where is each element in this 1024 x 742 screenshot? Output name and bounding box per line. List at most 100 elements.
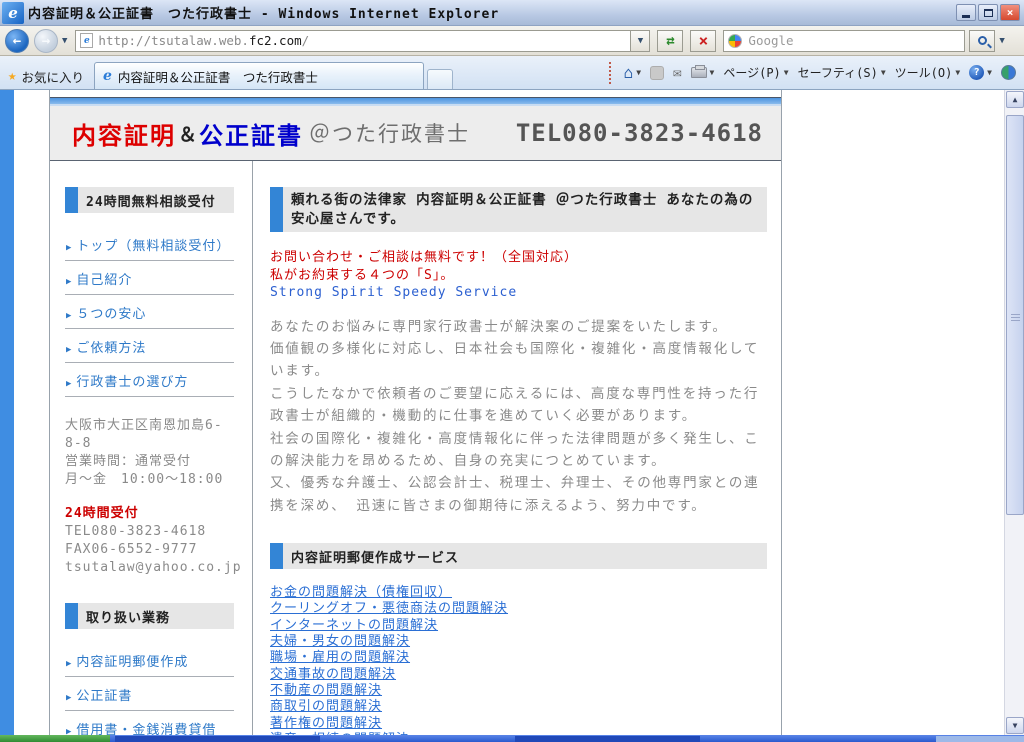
magnifier-icon <box>978 36 987 45</box>
url-dropdown-button[interactable]: ▼ <box>631 30 650 52</box>
contact-24h-label: 24時間受付 <box>65 505 234 523</box>
link-cooling-off[interactable]: クーリングオフ・悪徳商法の問題解決 <box>270 601 767 617</box>
history-dropdown[interactable]: ▼ <box>58 36 71 46</box>
tools-menu[interactable]: ツール(O)▼ <box>895 64 961 81</box>
link-internet[interactable]: インターネットの問題解決 <box>270 618 767 634</box>
rss-icon <box>650 66 664 80</box>
sidebar-item-label: 公正証書 <box>76 689 132 704</box>
print-button[interactable]: ▼ <box>691 67 715 78</box>
tab-title: 内容証明＆公正証書 つた行政書士 <box>118 67 318 86</box>
system-tray <box>936 736 1024 742</box>
favorites-button[interactable]: ★ お気に入り <box>0 63 94 89</box>
main-content: 頼れる街の法律家 内容証明＆公正証書 ＠つた行政書士 あなたの為の安心屋さんです… <box>253 161 781 735</box>
arrow-right-icon: ▶ <box>66 379 72 389</box>
sidebar-item-label: ご依頼方法 <box>76 341 146 356</box>
content-columns: 24時間無料相談受付 ▶トップ（無料相談受付） ▶自己紹介 ▶５つの安心 ▶ご依… <box>50 161 781 735</box>
contact-email: tsutalaw@yahoo.co.jp <box>65 559 234 577</box>
maximize-button[interactable] <box>978 4 998 21</box>
search-button[interactable] <box>969 30 995 52</box>
service-heading: 内容証明郵便作成サービス <box>270 543 767 569</box>
intro-paragraphs: あなたのお悩みに専門家行政書士が解決案のご提案をいたします。 価値観の多様化に対… <box>270 316 767 518</box>
back-button[interactable]: ← <box>5 29 29 53</box>
mail-icon: ✉ <box>673 65 681 81</box>
tools-menu-label: ツール(O) <box>895 64 953 81</box>
sidebar: 24時間無料相談受付 ▶トップ（無料相談受付） ▶自己紹介 ▶５つの安心 ▶ご依… <box>50 161 253 735</box>
site-header: 内容証明 ＆ 公正証書 ＠つた行政書士 TEL080-3823-4618 <box>50 97 781 161</box>
search-placeholder: Google <box>748 33 793 48</box>
sidebar-item-how-to-choose[interactable]: ▶行政書士の選び方 <box>65 363 234 397</box>
forward-button[interactable]: → <box>34 29 58 53</box>
notice-block: お問い合わせ・ご相談は無料です！（全国対応） 私がお約束する４つの「S」。 St… <box>270 249 767 302</box>
notice-line-2: 私がお約束する４つの「S」。 <box>270 267 767 285</box>
close-button[interactable]: × <box>1000 4 1020 21</box>
sidebar-item-top[interactable]: ▶トップ（無料相談受付） <box>65 227 234 261</box>
taskbar-button[interactable] <box>515 736 700 742</box>
left-blue-band <box>0 90 14 735</box>
addon-button[interactable] <box>1001 65 1016 80</box>
start-button[interactable] <box>0 735 110 742</box>
link-copyright[interactable]: 著作権の問題解決 <box>270 716 767 732</box>
scrollbar-thumb[interactable] <box>1006 115 1024 515</box>
command-bar: ⌂▼ ✉ ▼ ページ(P)▼ セーフティ(S)▼ ツール(O)▼ ?▼ <box>609 56 1024 89</box>
link-real-estate[interactable]: 不動産の問題解決 <box>270 683 767 699</box>
safety-menu[interactable]: セーフティ(S)▼ <box>798 64 886 81</box>
link-money-problems[interactable]: お金の問題解決（債権回収） <box>270 585 767 601</box>
page-icon: e <box>80 33 93 48</box>
office-hours-1: 営業時間：通常受付 <box>65 453 234 471</box>
scroll-down-button[interactable]: ▼ <box>1006 717 1024 734</box>
refresh-button[interactable]: ⇄ <box>657 30 683 52</box>
page-viewport: 内容証明 ＆ 公正証書 ＠つた行政書士 TEL080-3823-4618 24時… <box>0 90 1004 735</box>
page-menu[interactable]: ページ(P)▼ <box>723 64 788 81</box>
home-icon: ⌂ <box>624 63 634 82</box>
arrow-right-icon: ▶ <box>66 659 72 669</box>
header-blue-bar <box>50 98 781 106</box>
arrow-right-icon: ▶ <box>66 243 72 253</box>
paragraph: あなたのお悩みに専門家行政書士が解決案のご提案をいたします。 <box>270 316 767 338</box>
chevron-down-icon: ▼ <box>955 68 960 77</box>
scroll-up-button[interactable]: ▲ <box>1006 91 1024 108</box>
help-icon: ? <box>969 65 984 80</box>
minimize-button[interactable] <box>956 4 976 21</box>
site-title-blue: 公正証書 <box>199 116 303 151</box>
link-workplace[interactable]: 職場・雇用の問題解決 <box>270 650 767 666</box>
arrow-right-icon: ▶ <box>66 277 72 287</box>
favorites-label: お気に入り <box>21 67 84 86</box>
help-menu[interactable]: ?▼ <box>969 65 992 80</box>
taskbar-button[interactable] <box>115 736 320 742</box>
link-couples[interactable]: 夫婦・男女の問題解決 <box>270 634 767 650</box>
url-input[interactable]: e http://tsutalaw.web.fc2.com/ <box>75 30 631 52</box>
sidebar-item-how-to-request[interactable]: ▶ご依頼方法 <box>65 329 234 363</box>
arrow-right-icon: ▶ <box>66 727 72 735</box>
sidebar-item-naiyoshomei[interactable]: ▶ 内容証明郵便作成 <box>65 643 234 677</box>
mail-button[interactable]: ✉ <box>673 65 681 81</box>
new-tab-button[interactable] <box>427 69 453 89</box>
maximize-icon <box>984 9 993 17</box>
feeds-button[interactable] <box>650 66 664 80</box>
sidebar-heading-services: 取り扱い業務 <box>65 603 234 629</box>
search-input[interactable]: Google <box>723 30 965 52</box>
sidebar-item-loan-docs[interactable]: ▶借用書・金銭消費貸借 <box>65 711 234 735</box>
paragraph: 価値観の多様化に対応し、日本社会も国際化・複雑化・高度情報化しています。 <box>270 338 767 383</box>
sidebar-item-five-assurances[interactable]: ▶５つの安心 <box>65 295 234 329</box>
link-traffic-accident[interactable]: 交通事故の問題解決 <box>270 667 767 683</box>
slogan-line: Strong Spirit Speedy Service <box>270 284 767 302</box>
header-title-area: 内容証明 ＆ 公正証書 ＠つた行政書士 TEL080-3823-4618 <box>50 106 781 160</box>
windows-taskbar[interactable] <box>0 735 1024 742</box>
arrow-right-icon: ▶ <box>66 693 72 703</box>
chevron-down-icon: ▼ <box>987 68 992 77</box>
link-commerce[interactable]: 商取引の問題解決 <box>270 699 767 715</box>
sidebar-item-label: 内容証明郵便作成 <box>76 655 188 670</box>
tab-active[interactable]: e 内容証明＆公正証書 つた行政書士 <box>94 62 424 89</box>
stop-button[interactable]: × <box>690 30 716 52</box>
sidebar-item-profile[interactable]: ▶自己紹介 <box>65 261 234 295</box>
chevron-down-icon: ▼ <box>784 68 789 77</box>
browser-window: e 内容証明＆公正証書 つた行政書士 - Windows Internet Ex… <box>0 0 1024 742</box>
home-button[interactable]: ⌂▼ <box>624 63 641 82</box>
star-icon: ★ <box>8 68 16 84</box>
sidebar-item-koseishosho[interactable]: ▶ 公正証書 <box>65 677 234 711</box>
chevron-down-icon: ▼ <box>710 68 715 77</box>
addon-icon <box>1001 65 1016 80</box>
vertical-scrollbar[interactable]: ▲ ▼ <box>1004 90 1024 735</box>
title-bar: e 内容証明＆公正証書 つた行政書士 - Windows Internet Ex… <box>0 0 1024 26</box>
search-dropdown[interactable]: ▼ <box>995 36 1008 46</box>
